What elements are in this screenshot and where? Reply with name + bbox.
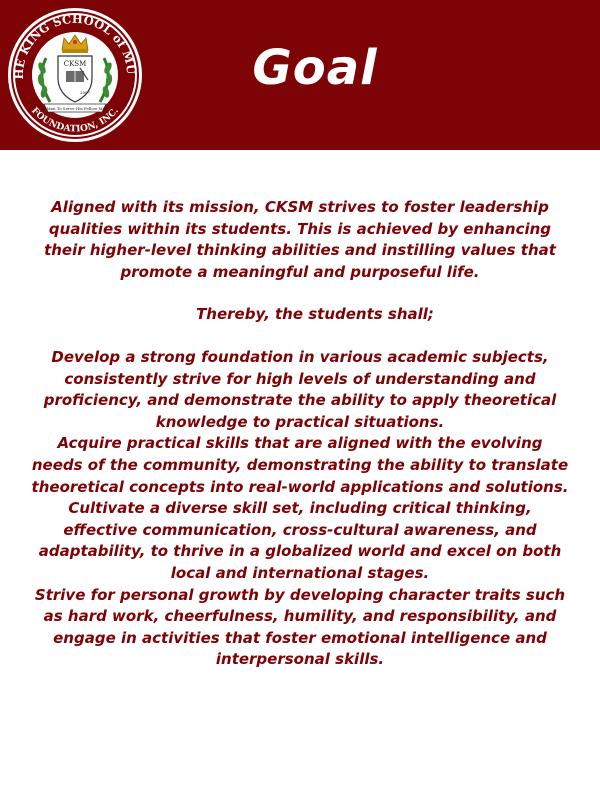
goal-item-personal-growth: Strive for personal growth by developing… (34, 585, 566, 669)
intro-paragraph: Aligned with its mission, CKSM strives t… (44, 198, 556, 281)
lead-sentence: Thereby, the students shall; (196, 305, 434, 324)
logo-year: 2007 (80, 90, 91, 95)
goal-item-global-skills: Cultivate a diverse skill set, including… (38, 499, 562, 582)
goal-item-practical-skills: Acquire practical skills that are aligne… (31, 434, 569, 496)
logo-motto: A Man To Serve His Fellow Men (41, 106, 108, 111)
goal-content: Aligned with its mission, CKSM strives t… (30, 197, 570, 671)
header-banner: CHRIST THE KING SCHOOL of MUNTINLUPA FOU… (0, 0, 600, 150)
motto-banner: A Man To Serve His Fellow Men (41, 103, 108, 113)
school-logo: CHRIST THE KING SCHOOL of MUNTINLUPA FOU… (6, 6, 142, 142)
page-title: Goal (252, 40, 378, 96)
logo-shield-text: CKSM (64, 60, 87, 68)
goal-item-academic: Develop a strong foundation in various a… (43, 347, 557, 431)
goal-page: CHRIST THE KING SCHOOL of MUNTINLUPA FOU… (0, 0, 600, 800)
